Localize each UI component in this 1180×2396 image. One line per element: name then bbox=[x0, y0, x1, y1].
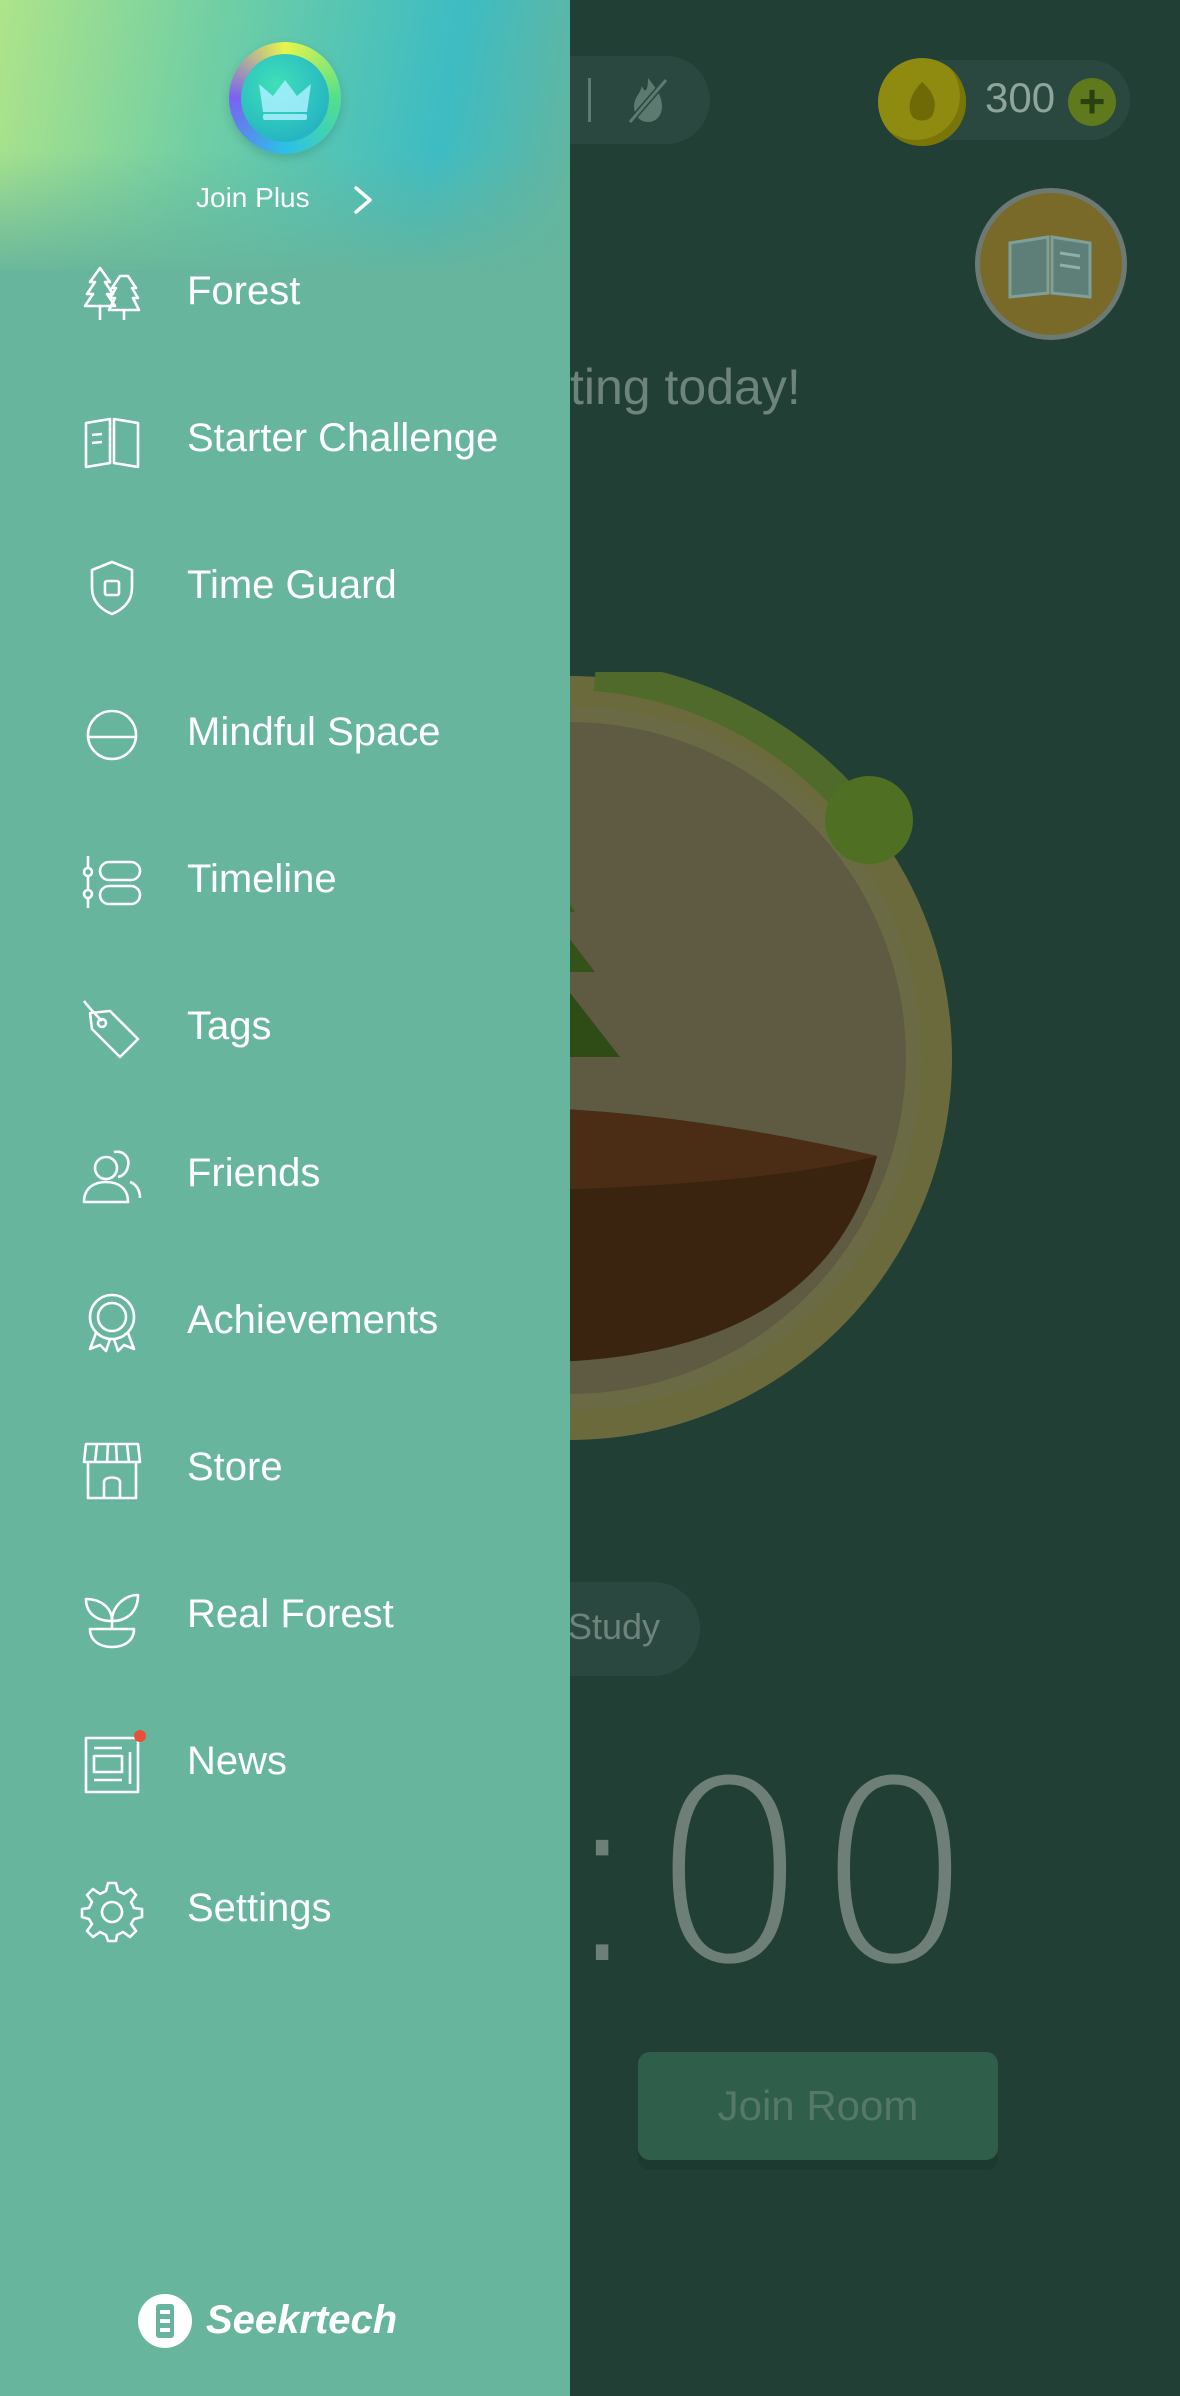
menu-item-timeline[interactable]: Timeline bbox=[0, 827, 570, 937]
tag-icon bbox=[82, 1000, 140, 1059]
menu-item-mindful-space[interactable]: Mindful Space bbox=[0, 680, 570, 790]
coin-amount: 300 bbox=[985, 74, 1056, 121]
sprout-icon bbox=[84, 1593, 140, 1649]
menu-item-starter-challenge[interactable]: Starter Challenge bbox=[0, 386, 570, 496]
menu-item-forest[interactable]: Forest bbox=[0, 239, 570, 349]
menu-label: Time Guard bbox=[187, 563, 397, 607]
news-unread-badge bbox=[134, 1730, 146, 1742]
menu-item-store[interactable]: Store bbox=[0, 1415, 570, 1525]
gear-icon bbox=[80, 1881, 144, 1943]
chevron-right-icon[interactable] bbox=[350, 184, 376, 216]
mode-separator bbox=[588, 78, 591, 122]
forest-icon bbox=[83, 266, 141, 320]
deep-focus-off-icon[interactable] bbox=[620, 72, 676, 128]
menu-label: Store bbox=[187, 1445, 283, 1489]
seed-icon bbox=[909, 82, 935, 121]
tag-label: Study bbox=[568, 1606, 661, 1647]
menu-item-tags[interactable]: Tags bbox=[0, 974, 570, 1084]
friends-icon bbox=[82, 1150, 142, 1204]
menu-label: Real Forest bbox=[187, 1592, 394, 1636]
news-icon bbox=[84, 1736, 140, 1794]
mindful-icon bbox=[86, 709, 138, 761]
add-coins-button[interactable]: + bbox=[1068, 78, 1116, 126]
menu-item-settings[interactable]: Settings bbox=[0, 1856, 570, 1966]
menu-label: Friends bbox=[187, 1151, 321, 1195]
menu-label: Settings bbox=[187, 1886, 332, 1930]
motivation-text: ting today! bbox=[570, 359, 801, 415]
shield-icon bbox=[90, 560, 134, 616]
crown-icon bbox=[259, 80, 311, 120]
menu-item-news[interactable]: News bbox=[0, 1709, 570, 1819]
ladder-icon bbox=[156, 2304, 174, 2338]
timer-display: :00 bbox=[560, 1728, 981, 2019]
medal-icon bbox=[88, 1293, 136, 1353]
menu-label: Tags bbox=[187, 1004, 272, 1048]
open-book-icon bbox=[1008, 235, 1092, 299]
timeline-icon bbox=[82, 856, 142, 908]
menu-item-friends[interactable]: Friends bbox=[0, 1121, 570, 1231]
menu-item-time-guard[interactable]: Time Guard bbox=[0, 533, 570, 643]
menu-label: News bbox=[187, 1739, 288, 1783]
menu-label: Mindful Space bbox=[187, 710, 441, 754]
menu-label: Forest bbox=[187, 269, 301, 313]
plus-crown-badge[interactable] bbox=[229, 42, 341, 154]
menu-label: Achievements bbox=[187, 1298, 439, 1342]
side-drawer: Join Plus Forest Starter Challenge Time … bbox=[0, 0, 570, 2396]
seekrtech-logo bbox=[138, 2294, 192, 2348]
menu-item-real-forest[interactable]: Real Forest bbox=[0, 1562, 570, 1672]
menu-label: Timeline bbox=[187, 857, 337, 901]
brand-name: Seekrtech bbox=[206, 2298, 398, 2342]
store-icon bbox=[82, 1442, 142, 1500]
menu-item-achievements[interactable]: Achievements bbox=[0, 1268, 570, 1378]
book-icon bbox=[84, 417, 140, 469]
guide-book-button[interactable] bbox=[975, 188, 1127, 340]
join-room-button[interactable]: Join Room bbox=[638, 2052, 998, 2160]
join-plus-link[interactable]: Join Plus bbox=[196, 182, 310, 214]
menu-label: Starter Challenge bbox=[187, 416, 499, 460]
